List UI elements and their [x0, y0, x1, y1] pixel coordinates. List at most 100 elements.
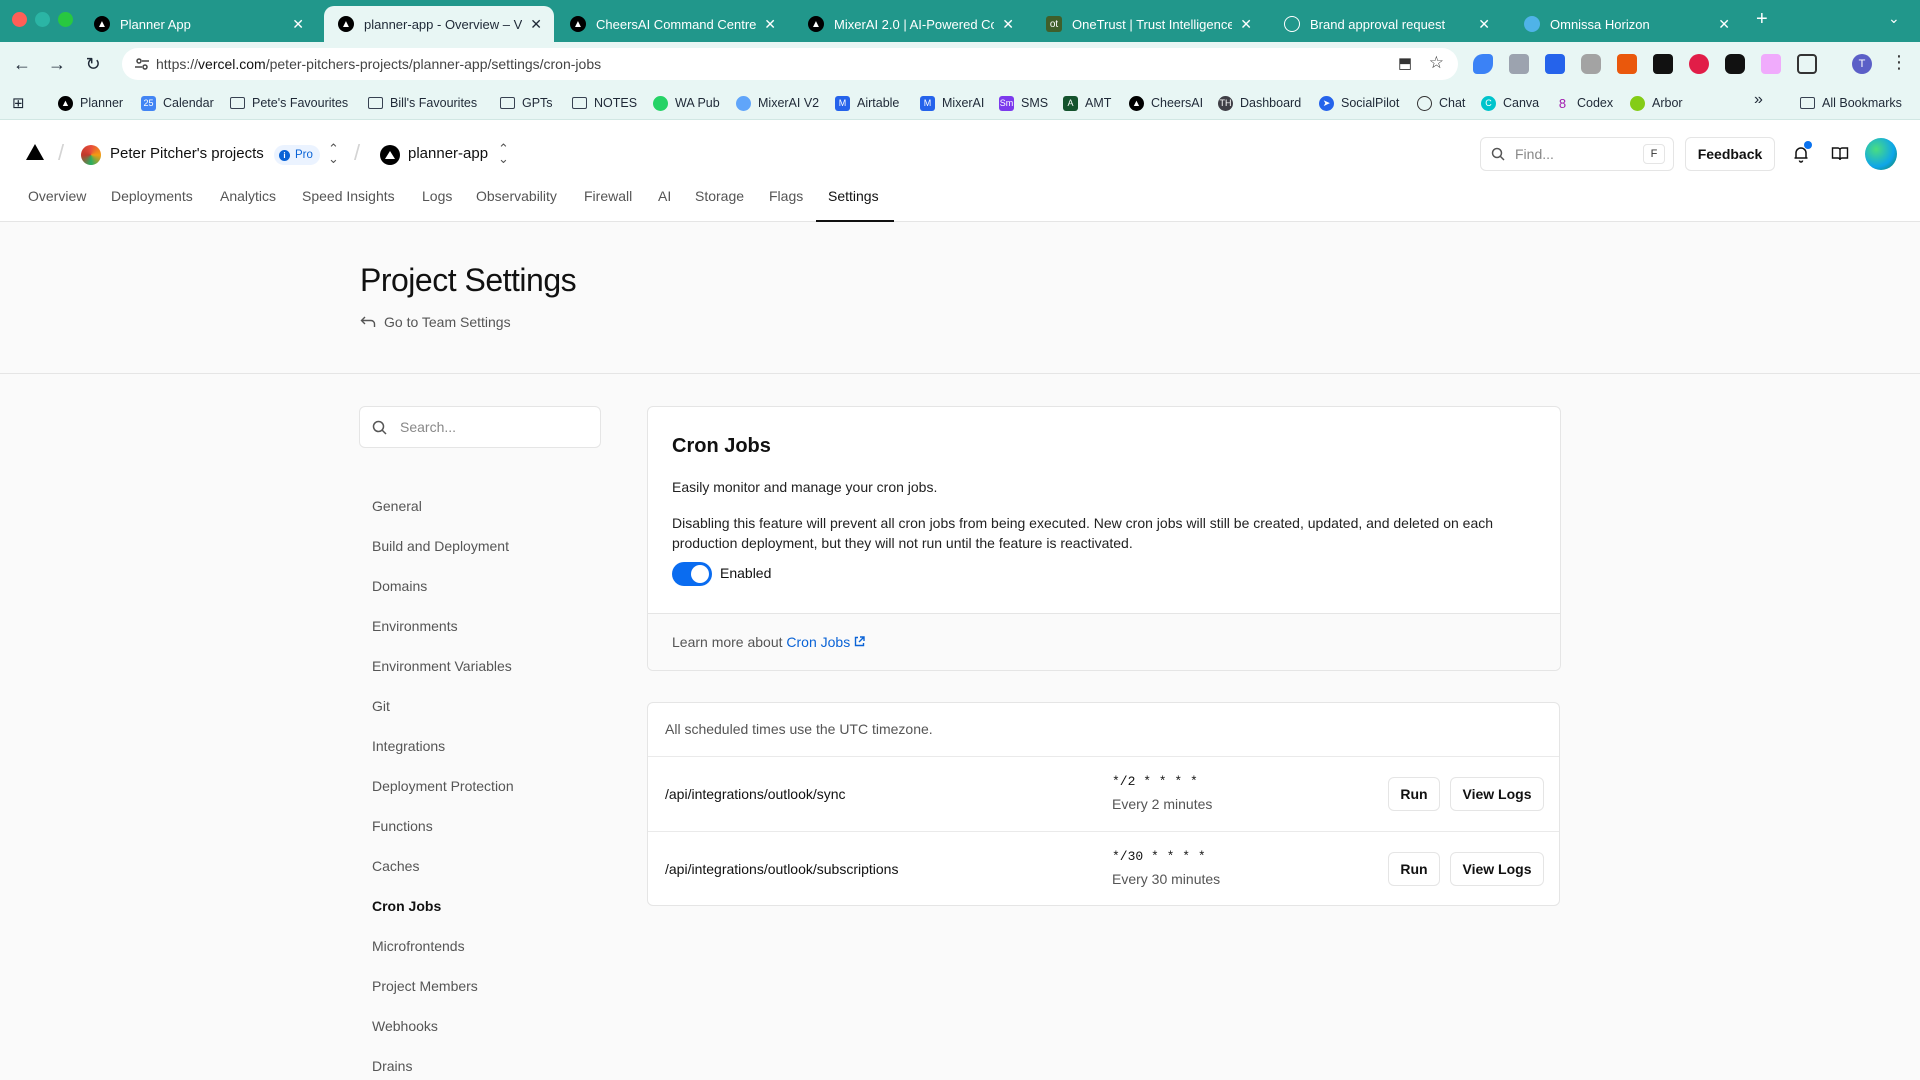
browser-tab[interactable]: ot OneTrust | Trust Intelligence ✕ — [1032, 6, 1264, 42]
bookmark-folder[interactable]: GPTs — [500, 94, 553, 112]
browser-tab[interactable]: Brand approval request ✕ — [1270, 6, 1502, 42]
sidebar-item-webhooks[interactable]: Webhooks — [372, 1018, 438, 1034]
tab-firewall[interactable]: Firewall — [584, 188, 632, 222]
sidebar-item-git[interactable]: Git — [372, 698, 390, 714]
bookmark-mixerai-v2[interactable]: MixerAI V2 — [736, 94, 819, 112]
extension-pink-icon[interactable] — [1761, 54, 1781, 74]
site-settings-icon[interactable] — [134, 56, 150, 72]
tab-logs[interactable]: Logs — [422, 188, 452, 222]
browser-menu-icon[interactable]: ⋮ — [1890, 52, 1908, 73]
bookmark-folder[interactable]: Bill's Favourites — [368, 94, 477, 112]
browser-tab-active[interactable]: ▲ planner-app - Overview – Ver ✕ — [324, 6, 554, 42]
bookmark-airtable[interactable]: M Airtable — [835, 94, 899, 112]
view-logs-button[interactable]: View Logs — [1450, 852, 1544, 886]
project-switcher-chevron-icon[interactable]: ⌃ ⌄ — [498, 142, 509, 165]
sidebar-item-environment-variables[interactable]: Environment Variables — [372, 658, 512, 674]
bookmark-canva[interactable]: C Canva — [1481, 94, 1539, 112]
bookmark-socialpilot[interactable]: ➤ SocialPilot — [1319, 94, 1399, 112]
tab-observability[interactable]: Observability — [476, 188, 557, 222]
browser-tab[interactable]: Omnissa Horizon ✕ — [1510, 6, 1742, 42]
tab-flags[interactable]: Flags — [769, 188, 803, 222]
project-name[interactable]: planner-app — [408, 145, 488, 162]
tab-search-chevron-icon[interactable]: ⌄ — [1888, 10, 1900, 27]
bookmark-amt[interactable]: A AMT — [1063, 94, 1111, 112]
settings-search-input[interactable]: Search... — [359, 406, 601, 448]
bookmark-mixerai[interactable]: M MixerAI — [920, 94, 984, 112]
extension-tag-icon[interactable] — [1473, 54, 1493, 74]
team-settings-link[interactable]: Go to Team Settings — [360, 314, 511, 330]
sidebar-item-environments[interactable]: Environments — [372, 618, 458, 634]
bookmark-codex[interactable]: 8 Codex — [1555, 94, 1613, 112]
extension-orange-icon[interactable] — [1617, 54, 1637, 74]
window-minimize-button[interactable] — [35, 12, 50, 27]
bookmark-star-icon[interactable]: ☆ — [1429, 53, 1444, 73]
tab-analytics[interactable]: Analytics — [220, 188, 276, 222]
browser-tab[interactable]: ▲ MixerAI 2.0 | AI-Powered Con ✕ — [794, 6, 1026, 42]
extension-red-icon[interactable] — [1689, 54, 1709, 74]
sidebar-item-integrations[interactable]: Integrations — [372, 738, 445, 754]
sidebar-item-build-and-deployment[interactable]: Build and Deployment — [372, 538, 509, 554]
tab-settings[interactable]: Settings — [828, 188, 879, 222]
close-icon[interactable]: ✕ — [1478, 16, 1490, 33]
notifications-button[interactable] — [1784, 137, 1818, 171]
sidebar-item-microfrontends[interactable]: Microfrontends — [372, 938, 465, 954]
bookmark-wa-pub[interactable]: WA Pub — [653, 94, 720, 112]
bookmark-cheersai[interactable]: ▲ CheersAI — [1129, 94, 1203, 112]
run-button[interactable]: Run — [1388, 777, 1440, 811]
sidebar-item-cron-jobs[interactable]: Cron Jobs — [372, 898, 441, 914]
bookmark-sms[interactable]: Sm SMS — [999, 94, 1048, 112]
all-bookmarks[interactable]: All Bookmarks — [1800, 94, 1902, 112]
address-bar[interactable]: https://vercel.com/peter-pitchers-projec… — [122, 48, 1458, 80]
team-switcher-chevron-icon[interactable]: ⌃ ⌄ — [328, 142, 339, 165]
tab-deployments[interactable]: Deployments — [111, 188, 193, 222]
close-icon[interactable]: ✕ — [292, 16, 304, 33]
cron-jobs-docs-link[interactable]: Cron Jobs — [786, 634, 865, 650]
window-maximize-button[interactable] — [58, 12, 73, 27]
bookmark-planner[interactable]: ▲ Planner — [58, 94, 123, 112]
browser-tab[interactable]: ▲ CheersAI Command Centre ✕ — [556, 6, 788, 42]
reload-icon[interactable]: ↻ — [81, 52, 105, 76]
tab-storage[interactable]: Storage — [695, 188, 744, 222]
bookmark-arbor[interactable]: Arbor — [1630, 94, 1683, 112]
sidebar-item-project-members[interactable]: Project Members — [372, 978, 478, 994]
forward-arrow-icon[interactable]: → — [45, 52, 69, 76]
feedback-button[interactable]: Feedback — [1685, 137, 1775, 171]
extension-puzzle-blue-icon[interactable] — [1545, 54, 1565, 74]
close-icon[interactable]: ✕ — [1240, 16, 1252, 33]
extension-camera-icon[interactable] — [1581, 54, 1601, 74]
docs-button[interactable] — [1823, 137, 1857, 171]
window-close-button[interactable] — [12, 12, 27, 27]
sidebar-item-deployment-protection[interactable]: Deployment Protection — [372, 778, 514, 794]
close-icon[interactable]: ✕ — [1002, 16, 1014, 33]
back-arrow-icon[interactable]: ← — [10, 52, 34, 76]
bookmark-dashboard[interactable]: TH Dashboard — [1218, 94, 1301, 112]
close-icon[interactable]: ✕ — [764, 16, 776, 33]
vercel-logo-icon[interactable] — [26, 144, 44, 160]
extension-code-icon[interactable] — [1509, 54, 1529, 74]
run-button[interactable]: Run — [1388, 852, 1440, 886]
sidebar-item-drains[interactable]: Drains — [372, 1058, 412, 1074]
bookmark-folder[interactable]: Pete's Favourites — [230, 94, 348, 112]
bookmark-folder[interactable]: NOTES — [572, 94, 637, 112]
bookmark-chat[interactable]: Chat — [1417, 94, 1465, 112]
close-icon[interactable]: ✕ — [1718, 16, 1730, 33]
profile-avatar[interactable]: T — [1852, 54, 1872, 74]
find-input[interactable]: Find... F — [1480, 137, 1674, 171]
extension-react-icon[interactable] — [1653, 54, 1673, 74]
apps-grid-icon[interactable]: ⊞ — [12, 94, 25, 112]
tab-speed-insights[interactable]: Speed Insights — [302, 188, 395, 222]
user-avatar[interactable] — [1865, 138, 1897, 170]
install-app-icon[interactable]: ⬒ — [1398, 54, 1412, 72]
bookmark-calendar[interactable]: 25 Calendar — [141, 94, 214, 112]
close-icon[interactable]: ✕ — [530, 16, 542, 33]
sidebar-item-domains[interactable]: Domains — [372, 578, 427, 594]
cron-jobs-enabled-toggle[interactable] — [672, 562, 712, 586]
more-bookmarks-chevron-icon[interactable]: » — [1754, 91, 1763, 109]
new-tab-plus-icon[interactable]: + — [1756, 8, 1768, 31]
tab-overview[interactable]: Overview — [28, 188, 86, 222]
team-name[interactable]: Peter Pitcher's projects — [110, 145, 264, 162]
view-logs-button[interactable]: View Logs — [1450, 777, 1544, 811]
sidebar-item-general[interactable]: General — [372, 498, 422, 514]
tab-ai[interactable]: AI — [658, 188, 671, 222]
sidebar-item-caches[interactable]: Caches — [372, 858, 419, 874]
